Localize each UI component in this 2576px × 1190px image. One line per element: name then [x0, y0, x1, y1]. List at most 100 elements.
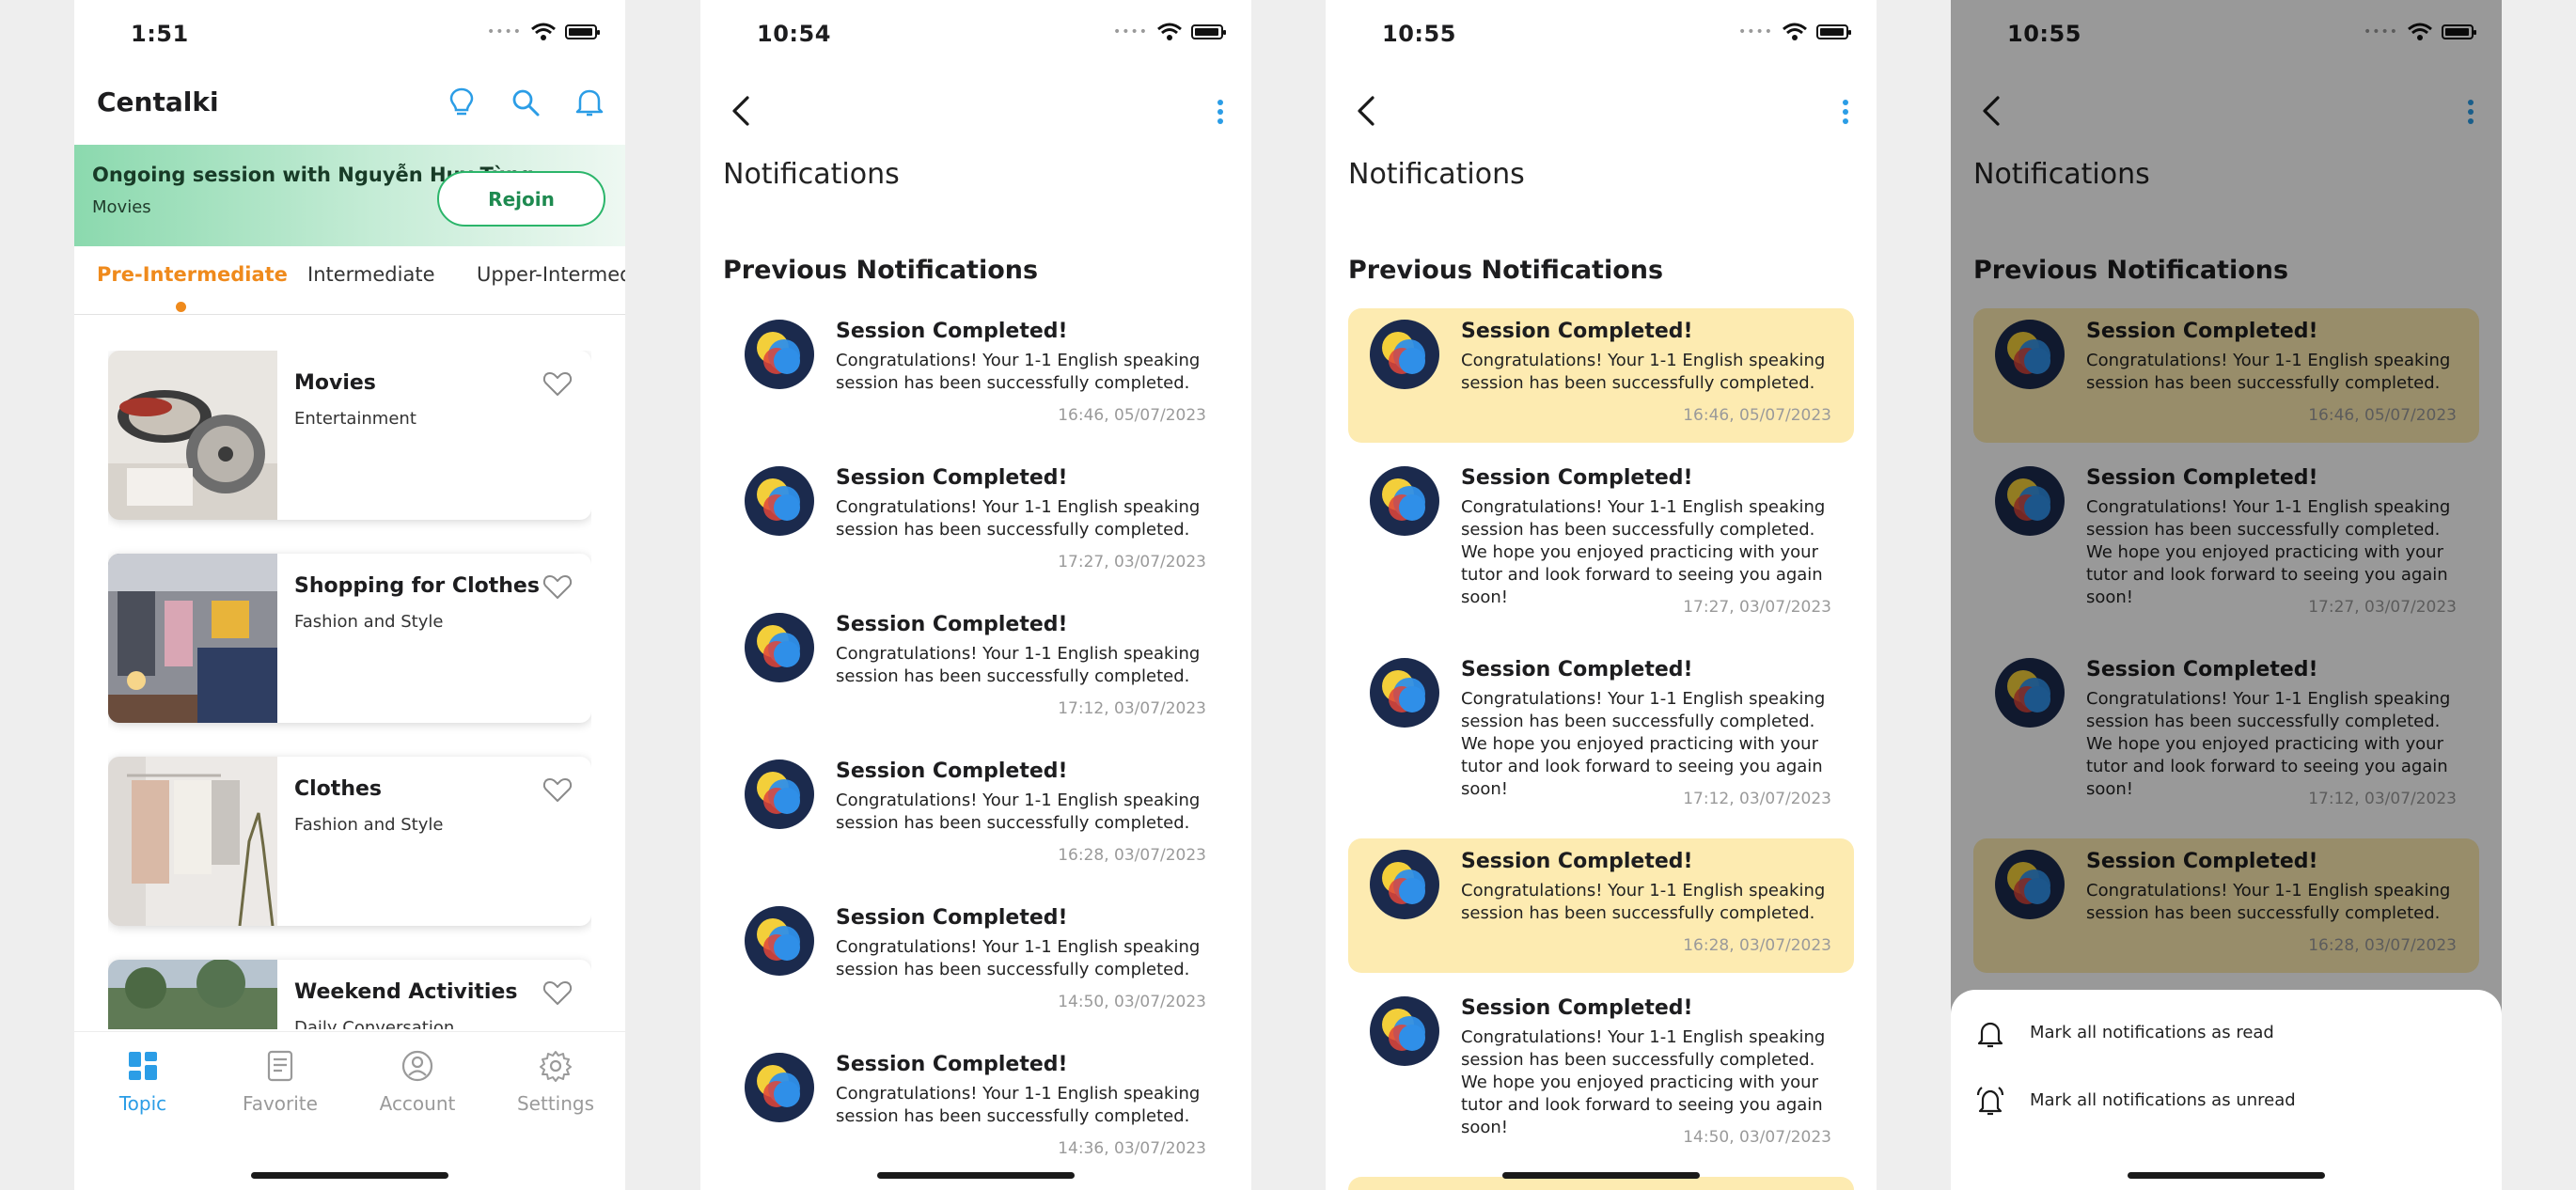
notification-item-unread[interactable] — [1348, 1177, 1854, 1190]
notification-time: 17:12, 03/07/2023 — [1683, 790, 1831, 808]
status-time: 10:55 — [1382, 21, 1456, 47]
topic-image-movies — [108, 351, 277, 520]
notifications-action-sheet-screen: 10:55 •••• Notifications Previous Notifi… — [1951, 0, 2502, 1190]
signal-icon: •••• — [1112, 24, 1148, 39]
tab-intermediate[interactable]: Intermediate — [307, 263, 435, 286]
notification-body: Congratulations! Your 1-1 English speaki… — [1461, 1027, 1826, 1137]
grid-icon — [129, 1052, 157, 1080]
notification-item[interactable]: Session Completed! Congratulations! Your… — [723, 455, 1229, 587]
topic-card-clothes[interactable]: Clothes Fashion and Style — [108, 757, 591, 926]
level-tabs: Pre-Intermediate Intermediate Upper-Inte… — [74, 246, 625, 315]
wifi-icon — [1783, 23, 1807, 40]
user-icon — [401, 1050, 433, 1082]
bottom-navigation: Topic Favorite Account Settings — [74, 1031, 625, 1190]
search-icon[interactable] — [510, 86, 541, 118]
notification-item[interactable]: Session Completed! Congratulations! Your… — [723, 895, 1229, 1026]
status-time: 10:54 — [757, 21, 831, 47]
topic-title: Clothes — [294, 777, 382, 801]
notification-time: 16:46, 05/07/2023 — [1058, 406, 1206, 425]
notification-time: 14:36, 03/07/2023 — [1058, 1139, 1206, 1158]
back-arrow-icon[interactable] — [1354, 94, 1378, 128]
notification-title: Session Completed! — [1461, 466, 1693, 490]
heart-icon[interactable] — [542, 369, 573, 398]
rejoin-button[interactable]: Rejoin — [437, 171, 605, 227]
notification-body: Congratulations! Your 1-1 English speaki… — [836, 791, 1201, 833]
app-logo-avatar — [745, 320, 814, 389]
tab-upper-intermediate[interactable]: Upper-Intermediate — [477, 263, 625, 286]
active-tab-indicator — [176, 302, 186, 312]
topic-list: Movies Entertainment Shopping for Clothe… — [108, 351, 591, 1029]
notification-body: Congratulations! Your 1-1 English speaki… — [836, 1084, 1201, 1126]
topic-image-shopping — [108, 554, 277, 723]
topic-category: Entertainment — [294, 409, 416, 429]
notification-item[interactable]: Session Completed! Congratulations! Your… — [1348, 647, 1854, 825]
topic-card-weekend[interactable]: Weekend Activities Daily Conversation — [108, 960, 591, 1029]
page-title: Notifications — [1348, 158, 1525, 191]
notification-title: Session Completed! — [836, 466, 1068, 490]
notification-time: 14:50, 03/07/2023 — [1683, 1128, 1831, 1147]
notification-item[interactable]: Session Completed! Congratulations! Your… — [723, 308, 1229, 440]
mark-all-read-option[interactable]: Mark all notifications as read — [1951, 1007, 2502, 1063]
notification-body: Congratulations! Your 1-1 English speaki… — [1461, 881, 1826, 923]
topic-card-movies[interactable]: Movies Entertainment — [108, 351, 591, 520]
gear-icon — [540, 1051, 572, 1082]
topic-image-clothes — [108, 757, 277, 926]
app-logo-avatar — [745, 759, 814, 829]
notifications-screen-expanded: 10:55 •••• Notifications Previous Notifi… — [1326, 0, 1877, 1190]
notification-item[interactable]: Session Completed! Congratulations! Your… — [1348, 985, 1854, 1164]
topic-category: Fashion and Style — [294, 612, 444, 632]
topic-category: Daily Conversation — [294, 1018, 455, 1029]
tab-pre-intermediate[interactable]: Pre-Intermediate — [97, 263, 288, 286]
notification-time: 14:50, 03/07/2023 — [1058, 993, 1206, 1011]
page-title: Notifications — [723, 158, 900, 191]
wifi-icon — [531, 23, 556, 40]
app-logo-avatar — [1370, 658, 1439, 728]
heart-icon[interactable] — [542, 979, 573, 1007]
nav-favorite[interactable]: Favorite — [224, 1049, 337, 1115]
notification-time: 16:28, 03/07/2023 — [1058, 846, 1206, 865]
notification-item-unread[interactable]: Session Completed! Congratulations! Your… — [1348, 308, 1854, 443]
nav-settings[interactable]: Settings — [499, 1049, 612, 1115]
battery-icon — [565, 24, 600, 39]
notification-item[interactable]: Session Completed! Congratulations! Your… — [723, 602, 1229, 733]
notification-title: Session Completed! — [1461, 320, 1693, 343]
nav-topic[interactable]: Topic — [86, 1049, 199, 1115]
notification-title: Session Completed! — [836, 613, 1068, 636]
lightbulb-icon[interactable] — [447, 86, 477, 118]
signal-icon: •••• — [1737, 24, 1773, 39]
status-bar: 1:51 •••• — [74, 0, 625, 70]
notification-item-unread[interactable]: Session Completed! Congratulations! Your… — [1348, 838, 1854, 973]
topic-title: Weekend Activities — [294, 980, 518, 1004]
app-logo-avatar — [745, 466, 814, 536]
home-indicator — [2128, 1172, 2325, 1179]
heart-icon[interactable] — [542, 572, 573, 601]
heart-icon[interactable] — [542, 775, 573, 804]
notification-actions-sheet: Mark all notifications as read Mark all … — [1951, 990, 2502, 1190]
notification-body: Congratulations! Your 1-1 English speaki… — [836, 937, 1201, 979]
more-options-icon[interactable] — [1216, 98, 1225, 126]
section-title: Previous Notifications — [723, 256, 1039, 285]
notification-item[interactable]: Session Completed! Congratulations! Your… — [1348, 455, 1854, 634]
notification-title: Session Completed! — [1461, 996, 1693, 1020]
mark-all-unread-option[interactable]: Mark all notifications as unread — [1951, 1074, 2502, 1131]
battery-icon — [1816, 24, 1851, 39]
bell-ringing-icon — [1976, 1087, 2004, 1116]
nav-label: Account — [379, 1092, 456, 1115]
app-logo-avatar — [745, 1053, 814, 1122]
back-arrow-icon[interactable] — [729, 94, 753, 128]
notification-item[interactable]: Session Completed! Congratulations! Your… — [723, 748, 1229, 880]
status-bar: 10:54 •••• — [700, 0, 1251, 70]
notification-title: Session Completed! — [836, 759, 1068, 783]
app-logo-avatar — [1370, 996, 1439, 1066]
notifications-screen: 10:54 •••• Notifications Previous Notifi… — [700, 0, 1251, 1190]
option-label: Mark all notifications as read — [2030, 1023, 2274, 1042]
notification-body: Congratulations! Your 1-1 English speaki… — [1461, 497, 1826, 607]
more-options-icon[interactable] — [1841, 98, 1850, 126]
nav-label: Favorite — [243, 1092, 318, 1115]
topic-card-shopping[interactable]: Shopping for Clothes Fashion and Style — [108, 554, 591, 723]
bell-icon[interactable] — [574, 86, 605, 118]
nav-account[interactable]: Account — [361, 1049, 474, 1115]
nav-label: Settings — [516, 1092, 595, 1115]
notification-item[interactable]: Session Completed! Congratulations! Your… — [723, 1041, 1229, 1173]
notification-body: Congratulations! Your 1-1 English speaki… — [836, 351, 1201, 393]
